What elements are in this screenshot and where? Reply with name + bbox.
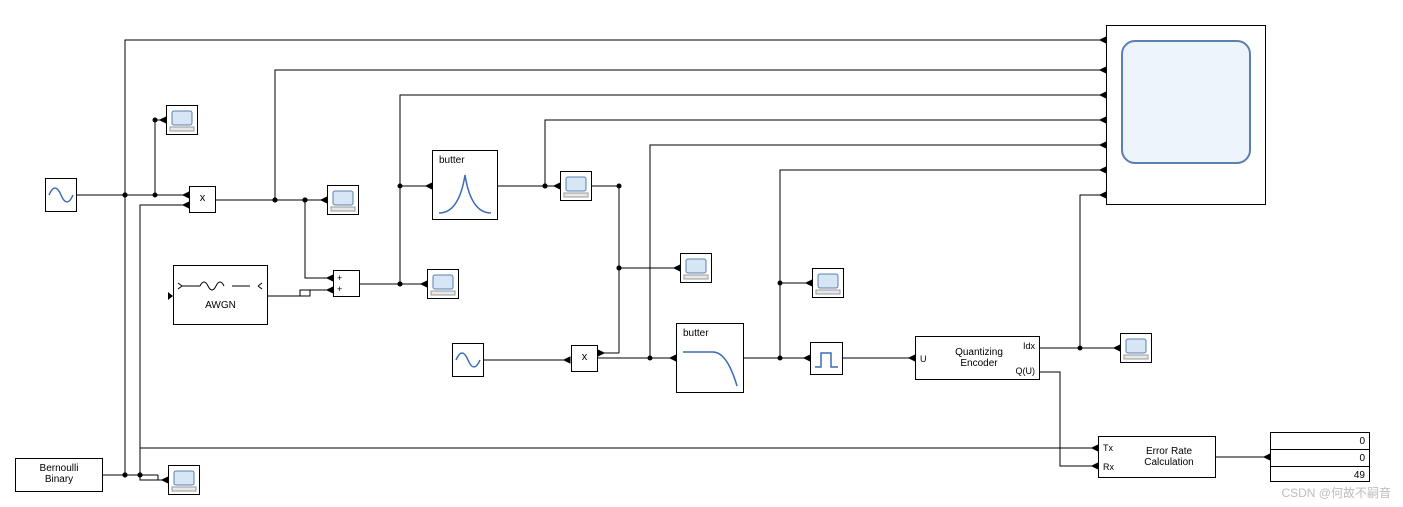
display-row-2: 0 [1359, 453, 1365, 464]
pulse-block[interactable] [810, 342, 843, 375]
sum-port-1: + [337, 273, 342, 283]
quant-label: Quantizing Encoder [944, 347, 1014, 369]
quant-in-u: U [920, 354, 927, 364]
bernoulli-label: Bernoulli Binary [16, 463, 102, 485]
product-1-block[interactable]: x [189, 186, 216, 213]
scope-1-block[interactable] [166, 105, 198, 135]
quantizing-encoder-block[interactable]: U Quantizing Encoder Idx Q(U) [915, 336, 1040, 380]
scope-icon [167, 106, 197, 134]
bernoulli-binary-block[interactable]: Bernoulli Binary [15, 458, 103, 492]
scope-3-block[interactable] [427, 269, 459, 299]
erc-label: Error Rate Calculation [1125, 446, 1213, 468]
scope-7-block[interactable] [1120, 333, 1152, 363]
pulse-icon [811, 343, 842, 374]
scope-icon [561, 172, 591, 200]
butter2-label: butter [683, 328, 709, 339]
scope-icon [813, 269, 843, 297]
scope-8-block[interactable] [168, 465, 200, 495]
quant-out-qu: Q(U) [1016, 366, 1036, 376]
csdn-watermark: CSDN @何故不嗣音 [1281, 484, 1391, 501]
simulink-canvas[interactable]: Bernoulli Binary x AWGN + + butter x but… [0, 0, 1403, 507]
product-label: x [190, 193, 215, 204]
scope-4-block[interactable] [560, 171, 592, 201]
scope-5-block[interactable] [680, 253, 712, 283]
main-scope-block[interactable] [1106, 25, 1266, 205]
bandpass-icon [433, 169, 497, 219]
erc-tx: Tx [1103, 443, 1113, 453]
scope-icon [169, 466, 199, 494]
scope-icon [681, 254, 711, 282]
display-row-3: 49 [1354, 470, 1365, 481]
awgn-symbol-icon [174, 272, 267, 292]
awgn-label: AWGN [174, 300, 267, 311]
sum-port-2: + [337, 284, 342, 294]
display-row-1: 0 [1359, 436, 1365, 447]
product2-label: x [572, 352, 597, 363]
awgn-block[interactable]: AWGN [173, 265, 268, 325]
butter-bandpass-block[interactable]: butter [432, 150, 498, 220]
sine-icon [453, 344, 483, 376]
butter1-label: butter [439, 155, 465, 166]
scope-screen-icon [1121, 40, 1251, 164]
scope-6-block[interactable] [812, 268, 844, 298]
scope-icon [328, 186, 358, 214]
sine-icon [46, 179, 76, 211]
scope-icon [1121, 334, 1151, 362]
quant-out-idx: Idx [1023, 341, 1035, 351]
scope-icon [428, 270, 458, 298]
sine-wave-2-block[interactable] [452, 343, 484, 377]
product-2-block[interactable]: x [571, 345, 598, 372]
sum-block[interactable]: + + [333, 270, 360, 297]
butter-lowpass-block[interactable]: butter [676, 323, 744, 393]
lowpass-icon [677, 342, 743, 392]
erc-rx: Rx [1103, 462, 1114, 472]
sine-wave-1-block[interactable] [45, 178, 77, 212]
error-rate-calc-block[interactable]: Tx Rx Error Rate Calculation [1098, 436, 1216, 478]
display-block[interactable]: 0 0 49 [1270, 432, 1370, 482]
input-port-icon [168, 292, 173, 300]
scope-2-block[interactable] [327, 185, 359, 215]
